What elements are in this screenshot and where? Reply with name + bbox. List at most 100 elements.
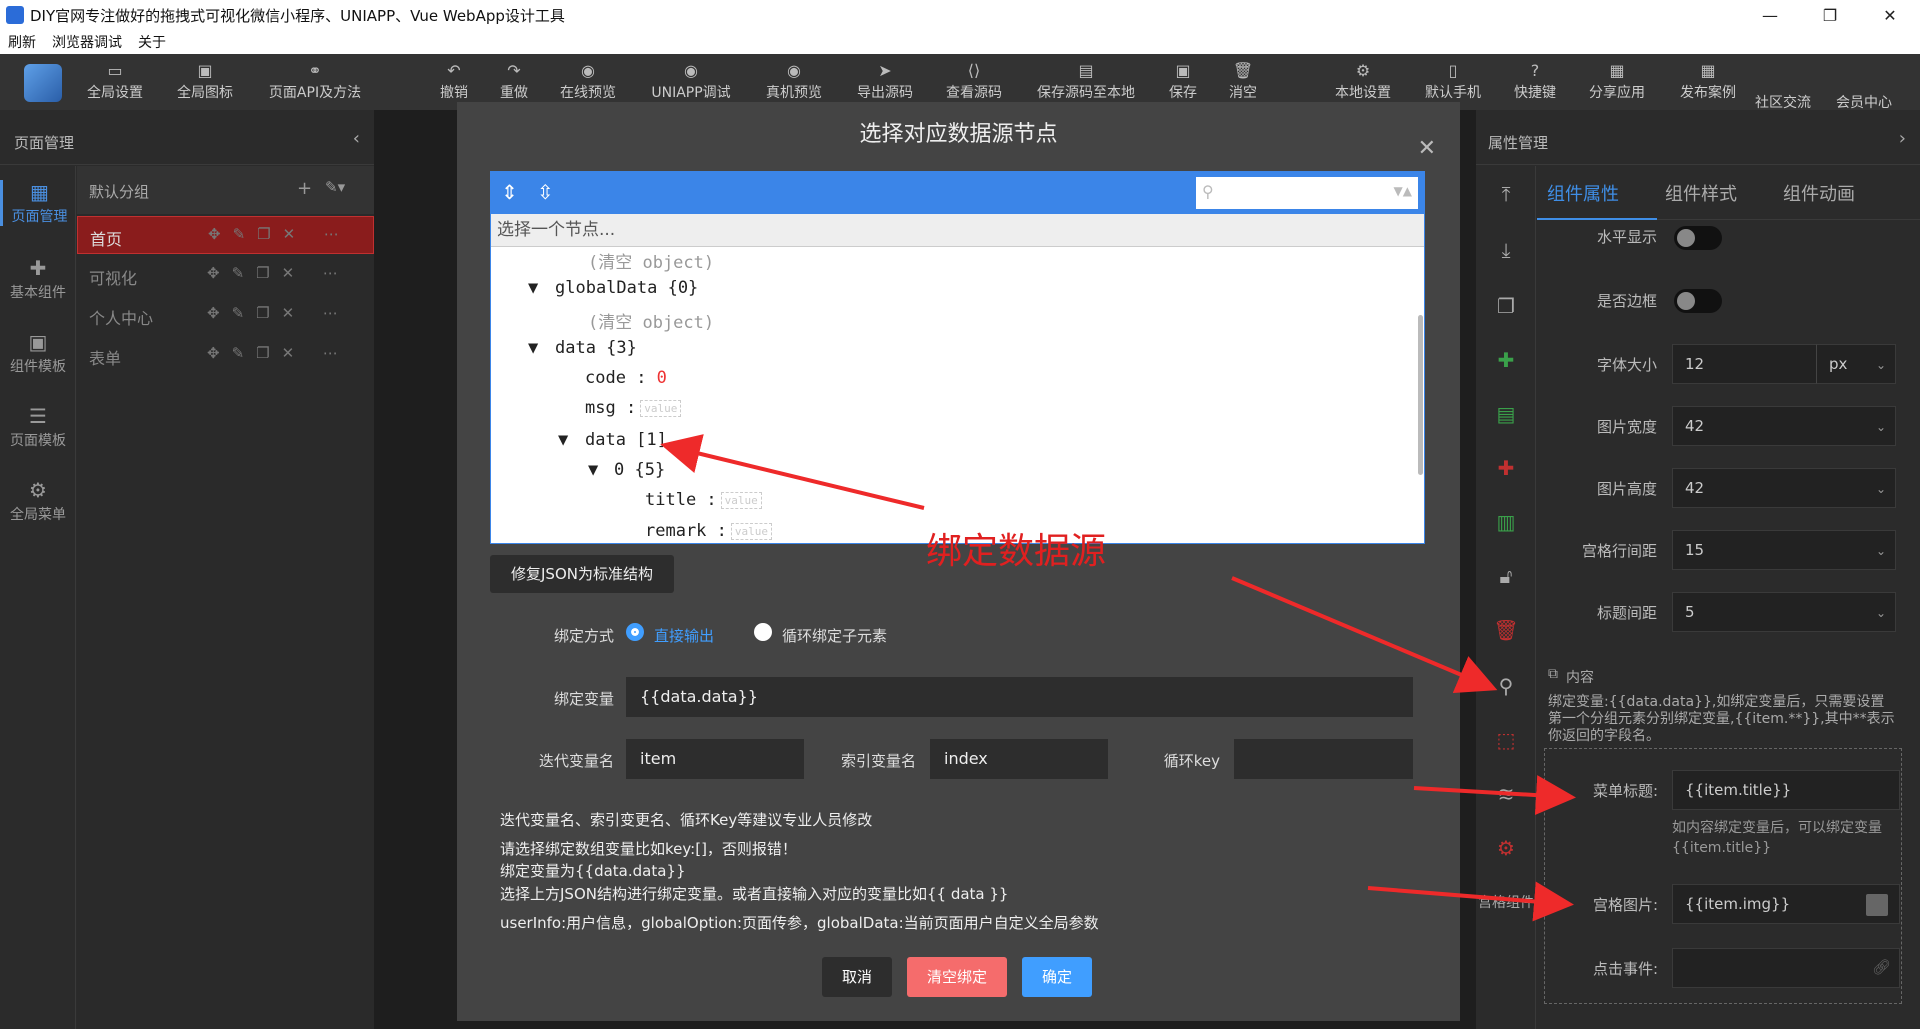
json-search-input[interactable]: ⚲ ▼▲ [1196, 177, 1418, 209]
menu-browser-debug[interactable]: 浏览器调试 [52, 32, 122, 52]
confirm-button[interactable]: 确定 [1022, 957, 1092, 997]
toolbar-button[interactable]: ▦ 分享应用 [1577, 62, 1657, 102]
nav-component-templates[interactable]: ▣ 组件模板 [0, 330, 76, 376]
settings-icon[interactable]: ⚙ [1476, 836, 1536, 860]
chevron-down-icon[interactable]: ⌄ [1876, 606, 1886, 620]
bind-data-icon[interactable]: ⚲ [1476, 674, 1536, 698]
toolbar-button[interactable]: ▤ 保存源码至本地 [1037, 62, 1135, 102]
delete-icon[interactable]: 🗑︎ [1476, 618, 1536, 642]
component-icon[interactable]: ✚ [1476, 348, 1536, 372]
border-toggle[interactable] [1674, 289, 1722, 313]
select-frame-icon[interactable]: ⬚ [1476, 728, 1536, 752]
move-down-icon[interactable]: ⤓ [1476, 238, 1536, 262]
search-nav-icon[interactable]: ▼▲ [1394, 184, 1412, 198]
tree-node-data[interactable]: data {3} [555, 338, 637, 358]
loop-key-input[interactable] [1234, 739, 1413, 779]
page-item[interactable]: 首页 ✥✎❐✕ ⋯ [77, 216, 374, 254]
tree-node-remark[interactable]: remark : value [645, 521, 773, 541]
chevron-down-icon[interactable]: ⌄ [1876, 482, 1886, 496]
horizontal-toggle[interactable] [1674, 226, 1722, 250]
toolbar-button[interactable]: ◉ UNIAPP调试 [651, 62, 731, 102]
page-item[interactable]: 可视化 ✥✎❐✕ ⋯ [77, 256, 374, 294]
toolbar-button[interactable]: ⟨⟩ 查看源码 [934, 62, 1014, 102]
page-item[interactable]: 个人中心 ✥✎❐✕ ⋯ [77, 296, 374, 334]
tab-component-animation[interactable]: 组件动画 [1783, 180, 1855, 206]
add-icon[interactable]: + [297, 178, 312, 199]
menu-about[interactable]: 关于 [138, 32, 166, 52]
toolbar-button[interactable]: ? 快捷键 [1495, 62, 1575, 102]
nav-basic-components[interactable]: ✚ 基本组件 [0, 256, 76, 302]
img-height-select[interactable]: 42 [1672, 468, 1896, 508]
fix-json-button[interactable]: 修复JSON为标准结构 [490, 555, 674, 593]
tree-empty-object[interactable]: (清空 object) [588, 248, 714, 273]
toolbar-button[interactable]: 会员中心 [1824, 62, 1904, 112]
add-doc-icon[interactable]: ▥ [1476, 510, 1536, 534]
page-actions[interactable]: ✥✎❐✕ ⋯ [207, 304, 350, 322]
toolbar-button[interactable]: ◉ 真机预览 [754, 62, 834, 102]
nav-global-menu[interactable]: ⚙ 全局菜单 [0, 478, 76, 524]
title-gap-select[interactable]: 5 [1672, 592, 1896, 632]
toolbar-button[interactable]: ↷ 重做 [474, 62, 554, 102]
toolbar-button[interactable]: ⚙ 本地设置 [1323, 62, 1403, 102]
tree-node-item0[interactable]: 0 {5} [614, 460, 665, 480]
tree-scrollbar[interactable] [1418, 315, 1423, 475]
chevron-down-icon[interactable]: ⌄ [1876, 358, 1886, 372]
nav-page-manage[interactable]: ▦ 页面管理 [0, 180, 76, 226]
copy-icon[interactable]: ❐ [1476, 294, 1536, 318]
tree-node-code[interactable]: code : 0 [585, 368, 667, 388]
chevron-down-icon[interactable]: ⌄ [1876, 420, 1886, 434]
modal-close-icon[interactable]: ✕ [1418, 136, 1436, 161]
expand-all-icon[interactable]: ⇕ [501, 180, 518, 204]
tab-component-style[interactable]: 组件样式 [1665, 180, 1737, 206]
page-actions[interactable]: ✥✎❐✕ ⋯ [207, 264, 350, 282]
tree-node-data-array[interactable]: data [1] [585, 430, 667, 450]
index-var-input[interactable]: index [930, 739, 1108, 779]
nav-page-templates[interactable]: ☰ 页面模板 [0, 404, 76, 450]
tab-component-props[interactable]: 组件属性 [1547, 180, 1619, 206]
document-icon[interactable]: ▤ [1476, 402, 1536, 426]
radio-direct[interactable] [626, 623, 644, 641]
radio-direct-label[interactable]: 直接输出 [654, 625, 714, 646]
click-event-input[interactable] [1672, 948, 1900, 988]
iter-var-input[interactable]: item [626, 739, 804, 779]
tree-toggle-icon[interactable]: ▼ [528, 338, 538, 358]
layers-icon[interactable]: ≋ [1476, 782, 1536, 806]
tree-node-globaldata[interactable]: globalData {0} [555, 278, 698, 298]
radio-loop-label[interactable]: 循环绑定子元素 [782, 625, 887, 646]
link-icon[interactable]: 🔗︎ [1872, 958, 1891, 976]
page-actions[interactable]: ✥✎❐✕ ⋯ [208, 225, 351, 243]
image-picker-icon[interactable] [1866, 894, 1888, 916]
component-remove-icon[interactable]: ✚ [1476, 456, 1536, 480]
radio-loop[interactable] [754, 623, 772, 641]
menu-title-input[interactable]: {{item.title}} [1672, 770, 1900, 810]
toolbar-button[interactable]: ◉ 在线预览 [548, 62, 628, 102]
row-gap-select[interactable]: 15 [1672, 530, 1896, 570]
edit-group-icon[interactable]: ✎▾ [325, 178, 345, 196]
tree-node-msg[interactable]: msg : value [585, 398, 682, 418]
toolbar-button[interactable]: ▦ 发布案例 [1668, 62, 1748, 102]
toolbar-button[interactable]: ▭ 全局设置 [75, 62, 155, 102]
close-window-button[interactable]: ✕ [1860, 0, 1920, 30]
toolbar-button[interactable]: ➤ 导出源码 [845, 62, 925, 102]
page-actions[interactable]: ✥✎❐✕ ⋯ [207, 344, 350, 362]
collapse-left-icon[interactable]: ‹ [353, 128, 360, 149]
clear-bind-button[interactable]: 清空绑定 [907, 957, 1007, 997]
toolbar-button[interactable]: 🗑︎ 消空 [1203, 62, 1283, 102]
tree-empty-object[interactable]: (清空 object) [588, 308, 714, 333]
page-item[interactable]: 表单 ✥✎❐✕ ⋯ [77, 336, 374, 374]
toolbar-button[interactable]: ▯ 默认手机 [1413, 62, 1493, 102]
toolbar-button[interactable]: ▣ 全局图标 [165, 62, 245, 102]
collapse-all-icon[interactable]: ⇳ [537, 180, 554, 204]
unlock-icon[interactable]: 🔓︎ [1476, 564, 1536, 588]
toolbar-button[interactable]: ⚭ 页面API及方法 [269, 62, 361, 102]
bind-var-input[interactable]: {{data.data}} [626, 677, 1413, 717]
maximize-button[interactable]: ❐ [1800, 0, 1860, 30]
move-top-icon[interactable]: ⤒ [1476, 182, 1536, 206]
menu-refresh[interactable]: 刷新 [8, 32, 36, 52]
tree-toggle-icon[interactable]: ▼ [588, 460, 598, 480]
cancel-button[interactable]: 取消 [822, 957, 892, 997]
collapse-right-icon[interactable]: › [1899, 128, 1906, 149]
chevron-down-icon[interactable]: ⌄ [1876, 544, 1886, 558]
img-width-select[interactable]: 42 [1672, 406, 1896, 446]
minimize-button[interactable]: — [1740, 0, 1800, 30]
